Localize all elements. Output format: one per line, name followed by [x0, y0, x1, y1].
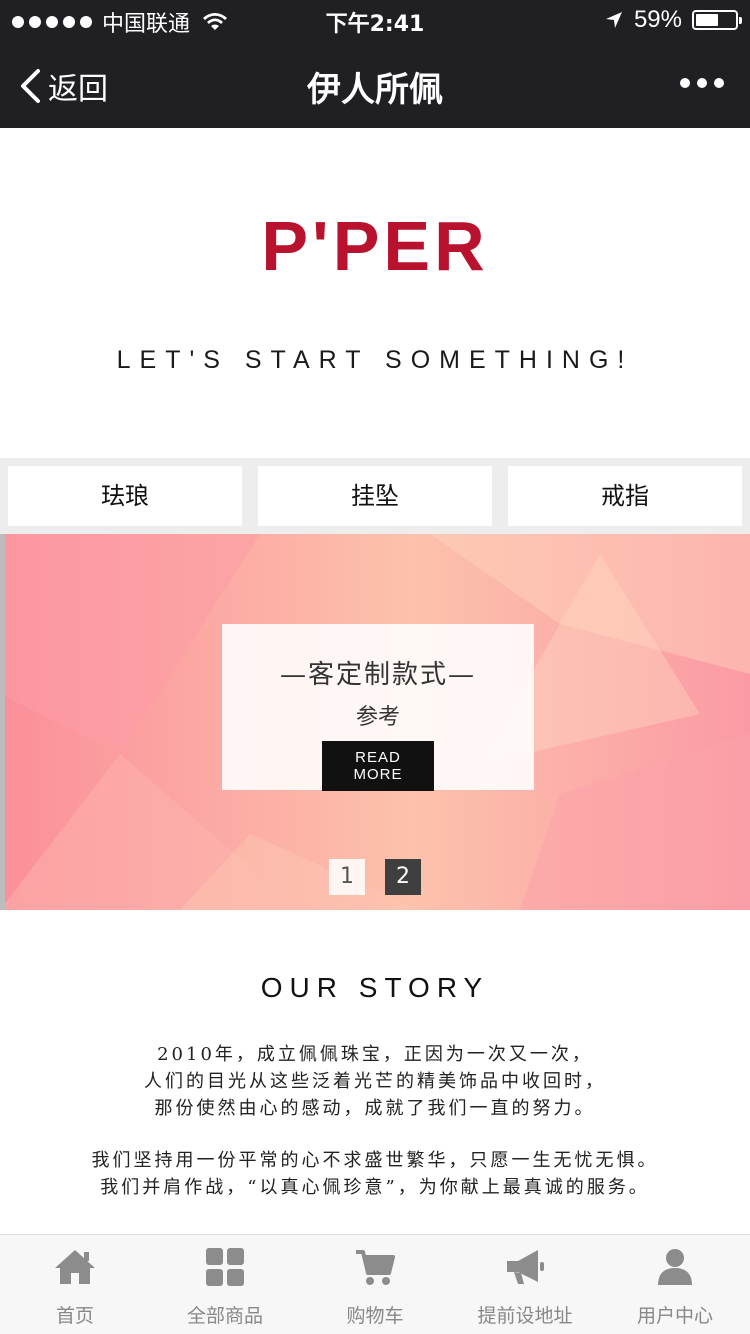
banner-carousel[interactable]: —客定制款式— 参考 READ MORE 1 2: [0, 534, 750, 910]
banner-card: —客定制款式— 参考 READ MORE: [222, 624, 534, 791]
nav-bar: 返回 伊人所佩: [0, 40, 750, 128]
category-button[interactable]: 珐琅: [8, 466, 242, 526]
cart-icon: [356, 1250, 395, 1285]
read-more-button[interactable]: READ MORE: [322, 741, 434, 791]
battery-icon: [692, 10, 742, 30]
home-icon: [55, 1250, 95, 1284]
story-line: 人们的目光从这些泛着光芒的精美饰品中收回时，: [144, 1071, 606, 1092]
tab-home[interactable]: 首页: [0, 1235, 150, 1334]
category-button[interactable]: 戒指: [508, 466, 742, 526]
carousel-page-2[interactable]: 2: [385, 859, 421, 895]
megaphone-icon: [507, 1250, 544, 1284]
tab-user-center[interactable]: 用户中心: [600, 1235, 750, 1334]
status-bar: 中国联通 下午2:41 59%: [0, 0, 750, 40]
banner-subtitle: 参考: [355, 705, 400, 730]
tab-label: 全部商品: [186, 1305, 263, 1327]
category-bar: 珐琅 挂坠 戒指: [0, 458, 750, 534]
story-line: 2010年，成立佩佩珠宝，正因为一次又一次，: [157, 1044, 593, 1065]
brand-slogan: LET'S START SOMETHING!: [116, 346, 634, 374]
story-line: 我们坚持用一份平常的心不求盛世繁华，只愿一生无忧无惧。: [91, 1150, 659, 1171]
location-arrow-icon: [605, 12, 622, 28]
banner-title: —客定制款式—: [279, 660, 476, 690]
tab-cart[interactable]: 购物车: [300, 1235, 450, 1334]
tab-address[interactable]: 提前设地址: [450, 1235, 600, 1334]
status-right: 59%: [604, 6, 742, 34]
battery-fill: [696, 14, 719, 26]
user-icon: [658, 1249, 692, 1285]
tab-label: 提前设地址: [477, 1305, 573, 1327]
story-line: 我们并肩作战，“以真心佩珍意”，为你献上最真诚的服务。: [100, 1177, 650, 1198]
category-button[interactable]: 挂坠: [258, 466, 492, 526]
carousel-page-1[interactable]: 1: [329, 859, 365, 895]
tab-bar: 首页 全部商品 购物车 提前设地址 用户中心: [0, 1234, 750, 1334]
grid-icon: [206, 1248, 244, 1286]
more-menu-button[interactable]: [680, 78, 724, 88]
story-title: OUR STORY: [260, 972, 490, 1003]
page-title: 伊人所佩: [307, 70, 443, 110]
tab-label: 用户中心: [636, 1305, 713, 1327]
tab-label: 首页: [55, 1305, 94, 1327]
story-section: OUR STORY 2010年，成立佩佩珠宝，正因为一次又一次， 人们的目光从这…: [0, 910, 750, 1234]
brand-header: P'PER LET'S START SOMETHING!: [0, 128, 750, 458]
battery-percent: 59%: [633, 6, 682, 33]
brand-logo: P'PER: [261, 207, 489, 285]
tab-label: 购物车: [346, 1305, 404, 1327]
story-line: 那份使然由心的感动，成就了我们一直的努力。: [154, 1098, 596, 1119]
tab-all-products[interactable]: 全部商品: [150, 1235, 300, 1334]
